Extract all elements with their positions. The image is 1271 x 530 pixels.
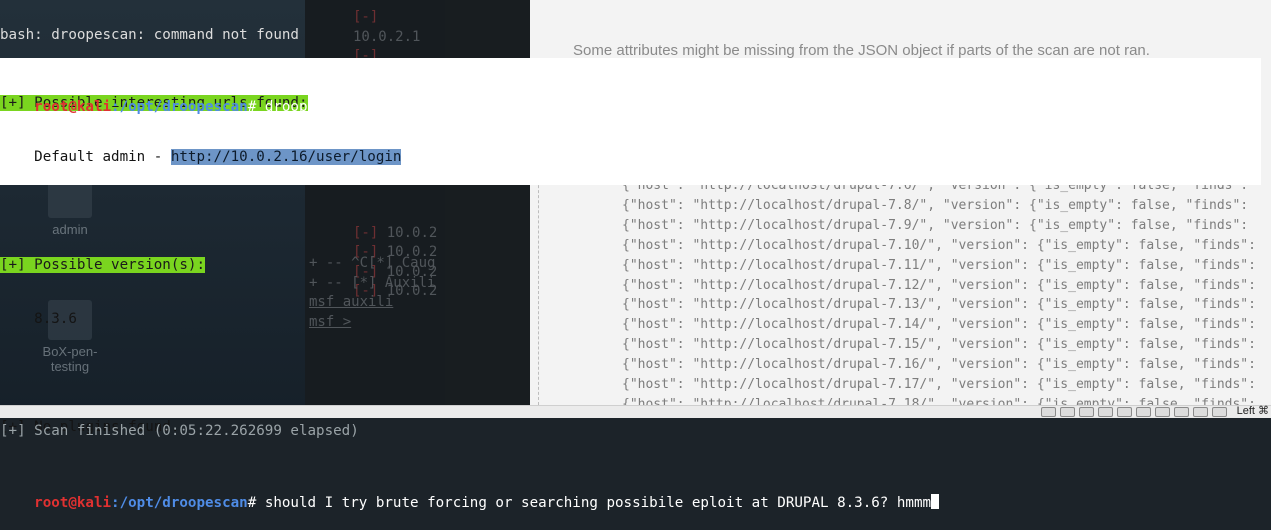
hard-disk-icon[interactable] bbox=[1041, 407, 1056, 417]
optical-drive-icon[interactable] bbox=[1060, 407, 1075, 417]
usb-icon[interactable] bbox=[1079, 407, 1094, 417]
prompt-user: root@kali bbox=[34, 495, 112, 511]
mouse-integration-icon[interactable] bbox=[1193, 407, 1208, 417]
typed-command-text[interactable]: should I try brute forcing or searching … bbox=[265, 495, 931, 511]
current-command-line: root@kali:/opt/droopescan# should I try … bbox=[0, 476, 1271, 511]
network-icon[interactable] bbox=[1136, 407, 1151, 417]
status-tray bbox=[1041, 407, 1227, 417]
prompt-path: :/opt/droopescan bbox=[111, 99, 248, 115]
truncated-output-line: bash: droopescan: command not found bbox=[0, 27, 299, 43]
prompt-suffix: # bbox=[247, 99, 265, 115]
display-icon[interactable] bbox=[1117, 407, 1132, 417]
cpu-icon[interactable] bbox=[1174, 407, 1189, 417]
shared-folder-icon[interactable] bbox=[1098, 407, 1113, 417]
command-line: root@kali:/opt/droopescan# droopescan sc… bbox=[0, 80, 1271, 115]
scan-finished-text: [+] Scan finished (0:05:22.262699 elapse… bbox=[0, 423, 359, 439]
keyboard-icon[interactable] bbox=[1212, 407, 1227, 417]
command-text: droopescan scan drupal -u http://10.0.2.… bbox=[264, 99, 624, 115]
terminal-window[interactable]: bash: droopescan: command not found root… bbox=[0, 0, 1271, 511]
prompt-user: root@kali bbox=[34, 99, 112, 115]
prompt-path: :/opt/droopescan bbox=[111, 495, 248, 511]
vm-status-bar: Left ⌘ bbox=[0, 405, 1271, 418]
host-key-label: Left ⌘ bbox=[1236, 405, 1269, 417]
prompt-suffix: # bbox=[247, 495, 265, 511]
recording-icon[interactable] bbox=[1155, 407, 1170, 417]
no-themes-text: [+] No themes found. bbox=[0, 135, 171, 151]
text-cursor bbox=[931, 494, 940, 509]
